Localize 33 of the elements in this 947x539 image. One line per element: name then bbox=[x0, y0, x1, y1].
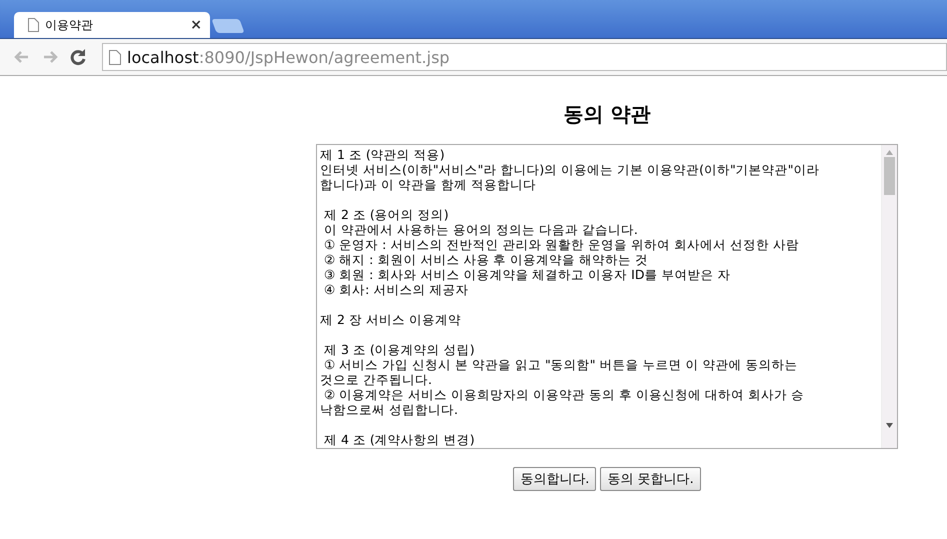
scroll-thumb[interactable] bbox=[884, 157, 895, 195]
url-text: localhost:8090/JspHewon/agreement.jsp bbox=[127, 48, 450, 66]
text-line: 제 2 조 (용어의 정의) bbox=[322, 207, 449, 222]
text-line: 제 2 장 서비스 이용계약 bbox=[320, 312, 461, 327]
text-line: ② 해지 : 회원이 서비스 사용 후 이용계약을 해약하는 것 bbox=[322, 252, 648, 267]
terms-text-area[interactable] bbox=[316, 144, 898, 449]
browser-tab[interactable]: 이용약관 × bbox=[14, 12, 210, 38]
text-line: ② 이용계약은 서비스 이용희망자의 이용약관 동의 후 이용신청에 대하여 회사가 승 bbox=[322, 387, 804, 402]
scroll-down-icon[interactable] bbox=[886, 423, 893, 428]
new-tab-button[interactable] bbox=[211, 19, 245, 33]
text-line: 이 약관에서 사용하는 용어의 정의는 다음과 같습니다. bbox=[322, 222, 638, 237]
text-line: 낙함으로써 성립합니다. bbox=[320, 402, 458, 417]
address-bar[interactable]: localhost:8090/JspHewon/agreement.jsp bbox=[102, 43, 947, 71]
page-icon bbox=[109, 50, 121, 64]
scroll-up-icon[interactable] bbox=[886, 150, 893, 155]
text-line: ③ 회원 : 회사와 서비스 이용계약을 체결하고 이용자 ID를 부여받은 자 bbox=[322, 267, 730, 282]
text-line: ④ 회사: 서비스의 제공자 bbox=[322, 282, 468, 297]
scrollbar[interactable] bbox=[881, 145, 897, 448]
disagree-button[interactable]: 동의 못합니다. bbox=[600, 467, 701, 491]
agree-button[interactable]: 동의합니다. bbox=[513, 467, 596, 491]
close-icon[interactable]: × bbox=[190, 17, 202, 33]
text-line: 것으로 간주됩니다. bbox=[320, 372, 432, 387]
text-line: ① 서비스 가입 신청시 본 약관을 읽고 "동의함" 버튼을 누르면 이 약관에 동의하는 bbox=[322, 357, 798, 372]
page-heading: 동의 약관 bbox=[564, 101, 650, 128]
page-icon bbox=[28, 18, 39, 32]
tab-title: 이용약관 bbox=[45, 16, 94, 34]
text-line: ① 운영자 : 서비스의 전반적인 관리와 원활한 운영을 위하여 회사에서 선정한 사람 bbox=[322, 237, 800, 252]
text-line: 합니다)과 이 약관을 함께 적용합니다 bbox=[320, 177, 536, 192]
text-line: 제 4 조 (계약사항의 변경) bbox=[322, 432, 475, 447]
text-line: 제 1 조 (약관의 적용) bbox=[320, 147, 445, 162]
text-line: 인터넷 서비스(이하"서비스"라 합니다)의 이용에는 기본 이용약관(이하"기본약관"이라 bbox=[320, 162, 820, 177]
reload-icon[interactable] bbox=[68, 47, 88, 67]
text-line: 제 3 조 (이용계약의 성립) bbox=[322, 342, 475, 357]
